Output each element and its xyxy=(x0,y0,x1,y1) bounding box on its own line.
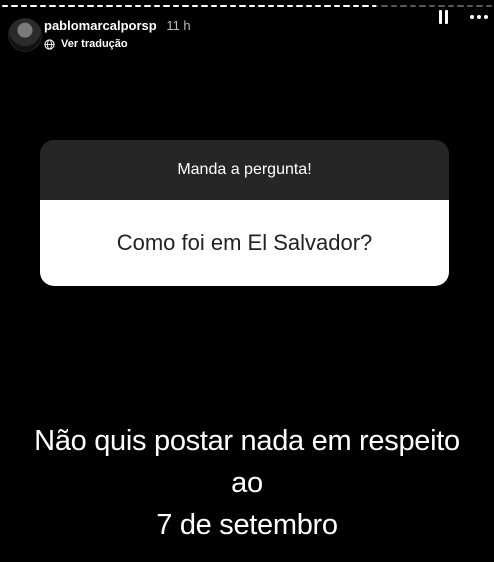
progress-segment xyxy=(153,5,161,7)
progress-segment xyxy=(106,5,113,7)
progress-segment xyxy=(485,5,493,7)
progress-segment xyxy=(400,5,407,7)
progress-segment xyxy=(87,5,94,7)
progress-segment xyxy=(182,5,189,7)
progress-segment xyxy=(314,5,322,7)
progress-segment xyxy=(333,5,341,7)
progress-segment xyxy=(210,5,218,7)
progress-segment xyxy=(58,5,66,7)
user-line: pablomarcalporsp 11 h xyxy=(44,18,191,33)
progress-segment xyxy=(134,5,142,7)
translate-label: Ver tradução xyxy=(61,38,128,50)
progress-segment xyxy=(286,5,294,7)
avatar[interactable] xyxy=(8,18,42,52)
progress-segment xyxy=(229,5,237,7)
progress-segment xyxy=(144,5,151,7)
progress-segment xyxy=(419,5,426,7)
progress-segment xyxy=(457,5,464,7)
more-options-icon[interactable] xyxy=(470,15,488,19)
progress-segment xyxy=(409,5,417,7)
progress-segment xyxy=(30,5,37,7)
story-progress-bar xyxy=(2,5,493,8)
progress-segment xyxy=(438,5,445,7)
username[interactable]: pablomarcalporsp xyxy=(44,18,157,33)
answer-line-2: 7 de setembro xyxy=(156,509,338,541)
question-sticker: Manda a pergunta! Como foi em El Salvado… xyxy=(40,140,449,286)
post-time: 11 h xyxy=(166,18,191,33)
progress-segment xyxy=(305,5,312,7)
progress-segment xyxy=(49,5,56,7)
question-prompt: Manda a pergunta! xyxy=(40,140,449,200)
progress-segment xyxy=(201,5,208,7)
progress-segment xyxy=(248,5,256,7)
progress-segment xyxy=(428,5,436,7)
progress-segment xyxy=(277,5,284,7)
progress-segment xyxy=(191,5,199,7)
progress-segment xyxy=(324,5,331,7)
globe-icon xyxy=(44,38,55,50)
story-controls xyxy=(439,10,488,24)
progress-segment xyxy=(476,5,483,7)
progress-segment xyxy=(352,5,360,7)
progress-segment xyxy=(2,5,9,7)
progress-segment xyxy=(343,5,350,7)
progress-segment xyxy=(390,5,398,7)
translate-link[interactable]: Ver tradução xyxy=(44,38,128,50)
progress-segment xyxy=(77,5,85,7)
progress-segment xyxy=(172,5,180,7)
progress-segment xyxy=(371,5,379,7)
progress-segment xyxy=(466,5,474,7)
progress-segment xyxy=(220,5,227,7)
progress-segment xyxy=(39,5,47,7)
progress-segment xyxy=(125,5,132,7)
story-header: pablomarcalporsp 11 h Ver tradução xyxy=(8,14,482,58)
pause-icon[interactable] xyxy=(439,10,448,24)
progress-segment xyxy=(115,5,123,7)
progress-segment xyxy=(381,5,388,7)
progress-segment xyxy=(11,5,18,7)
question-text: Como foi em El Salvador? xyxy=(40,200,449,286)
progress-segment xyxy=(296,5,303,7)
progress-segment xyxy=(96,5,104,7)
progress-segment xyxy=(239,5,246,7)
progress-segment xyxy=(362,5,369,7)
answer-text: Não quis postar nada em respeito ao 7 de… xyxy=(20,420,474,546)
progress-segment xyxy=(20,5,28,7)
progress-segment xyxy=(68,5,75,7)
answer-line-1: Não quis postar nada em respeito ao xyxy=(34,425,460,499)
progress-segment xyxy=(447,5,455,7)
progress-segment xyxy=(258,5,265,7)
progress-segment xyxy=(267,5,275,7)
progress-segment xyxy=(163,5,170,7)
